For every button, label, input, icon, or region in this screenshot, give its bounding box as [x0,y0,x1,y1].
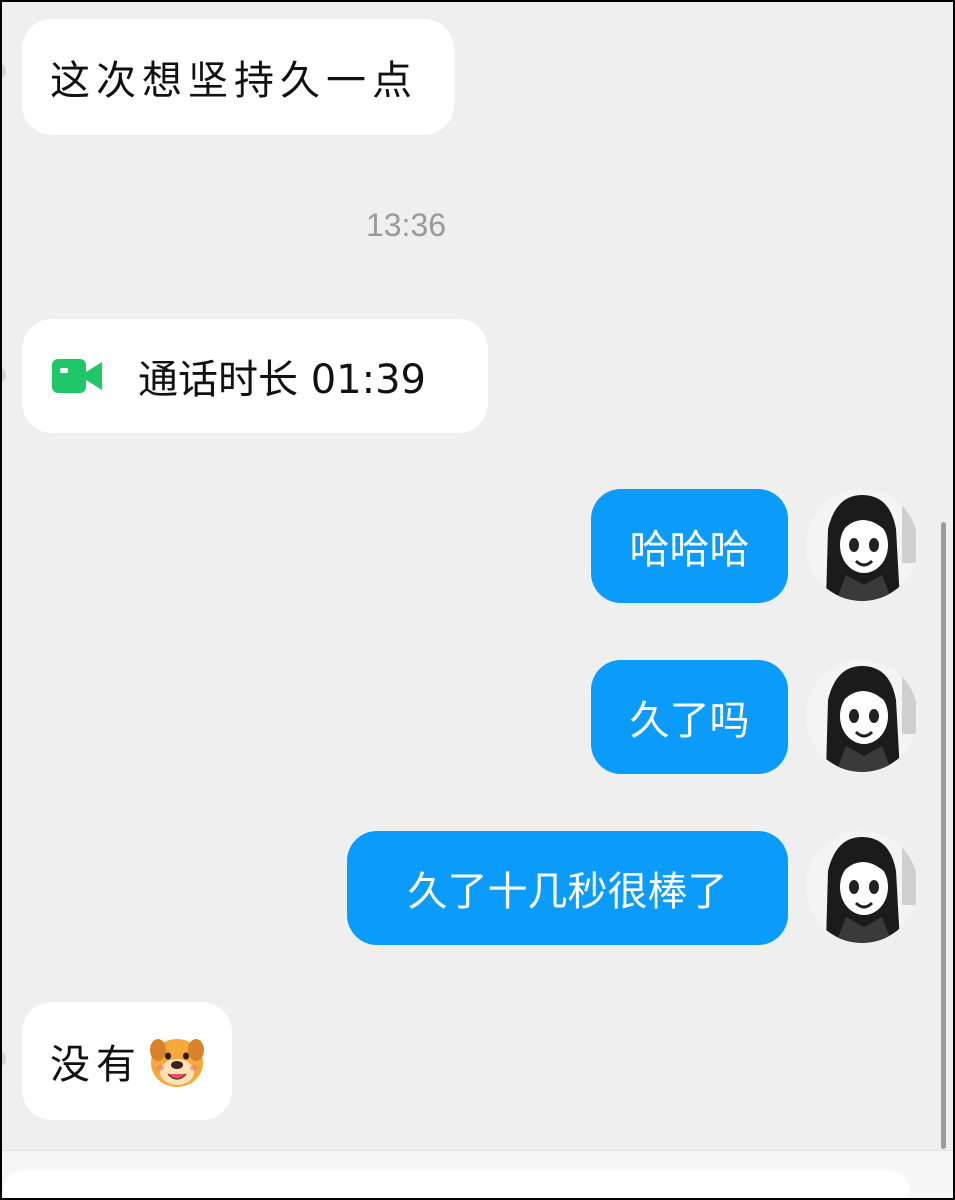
anime-girl-avatar-icon [806,831,918,943]
video-call-record-bubble[interactable]: 通话时长 01:39 [22,319,488,433]
call-duration-label: 通话时长 01:39 [138,357,426,403]
incoming-avatar-edge [2,1052,6,1066]
incoming-avatar-edge [2,64,6,78]
anime-girl-avatar-icon [806,660,918,772]
message-text: 久了吗 [629,698,750,744]
dog-face-emoji-icon [148,1032,206,1090]
incoming-message-bubble[interactable]: 没有 [22,1002,232,1120]
message-text: 久了十几秒很棒了 [407,869,728,915]
message-text: 这次想坚持久一点 [50,58,418,104]
chat-screen: 这次想坚持久一点 13:36 通话时长 01:39 哈哈哈 久了吗 久了十几秒很… [2,2,953,1198]
outgoing-message-bubble[interactable]: 久了吗 [591,660,788,774]
anime-girl-avatar-icon [806,489,918,601]
incoming-avatar-edge [2,368,6,382]
message-input-field[interactable] [4,1170,909,1198]
outgoing-message-bubble[interactable]: 哈哈哈 [591,489,788,603]
user-avatar[interactable] [806,831,918,943]
message-timestamp: 13:36 [365,207,447,243]
incoming-message-bubble[interactable]: 这次想坚持久一点 [22,19,454,135]
video-camera-icon [52,356,104,396]
user-avatar[interactable] [806,660,918,772]
chat-scrollbar[interactable] [941,522,946,1149]
message-text: 没有 [50,1042,142,1088]
user-avatar[interactable] [806,489,918,601]
message-text: 哈哈哈 [629,527,750,573]
outgoing-message-bubble[interactable]: 久了十几秒很棒了 [347,831,788,945]
